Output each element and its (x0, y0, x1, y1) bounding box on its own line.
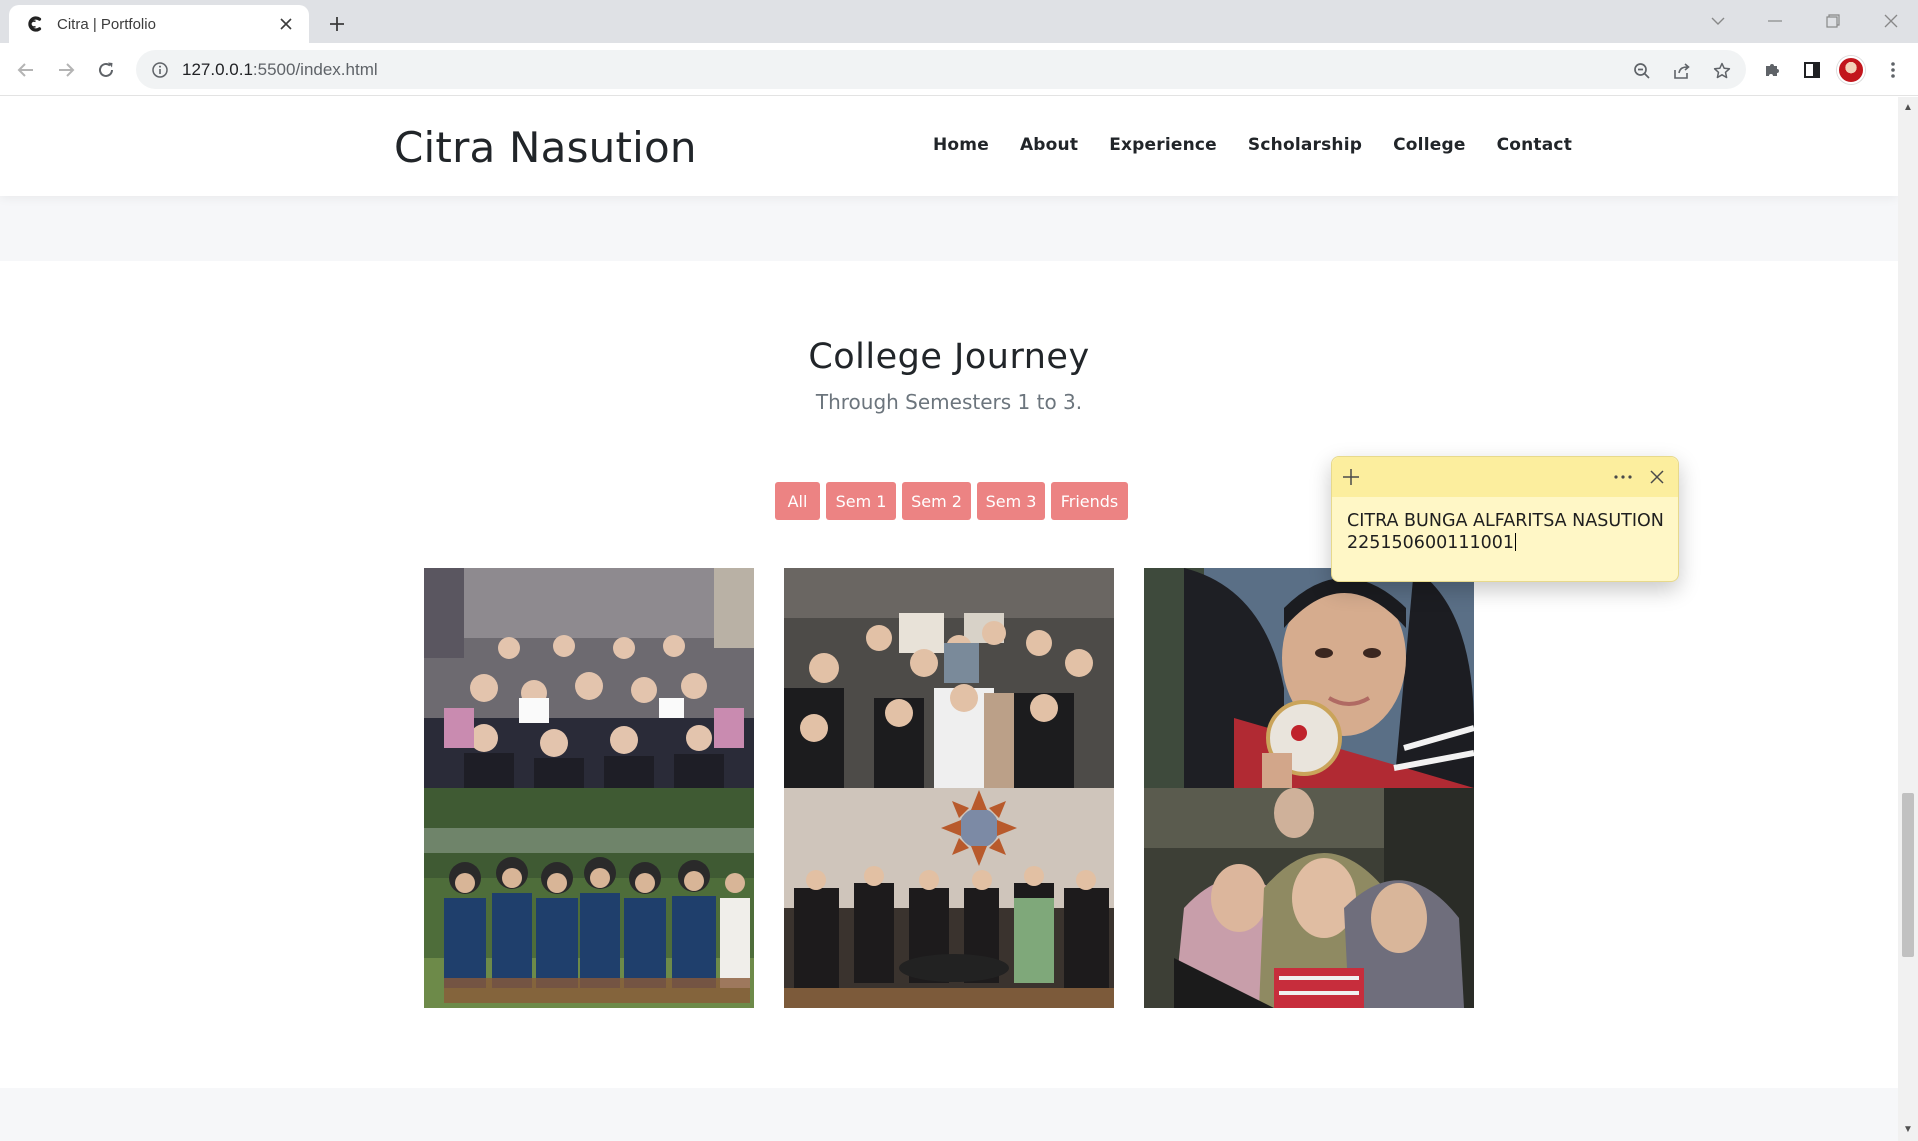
nav-home[interactable]: Home (933, 135, 989, 155)
scroll-down-icon[interactable]: ▼ (1903, 1125, 1913, 1135)
scroll-up-icon[interactable]: ▲ (1903, 103, 1913, 113)
restore-icon[interactable] (1818, 6, 1848, 36)
sticky-note-titlebar (1332, 457, 1678, 497)
brand-logo[interactable]: Citra Nasution (394, 123, 697, 172)
browser-window: Citra | Portfolio 127.0.0.1:5500/index.h… (0, 0, 1918, 1141)
url-path: :5500/index.html (252, 59, 378, 79)
url-host: 127.0.0.1 (182, 59, 253, 79)
gallery-photo-group-stairs[interactable] (424, 568, 754, 788)
arrow-left-icon[interactable] (10, 54, 42, 86)
c-logo-icon (25, 14, 45, 34)
filter-sem1-button[interactable]: Sem 1 (826, 482, 896, 520)
filter-sem2-button[interactable]: Sem 2 (902, 482, 971, 520)
sticky-note-line-1: CITRA BUNGA ALFARITSA NASUTION (1347, 511, 1664, 531)
sticky-note-line-2: 225150600111001 (1347, 533, 1515, 553)
filter-all-button[interactable]: All (775, 482, 820, 520)
more-options-icon[interactable] (1610, 464, 1636, 490)
browser-toolbar: 127.0.0.1:5500/index.html (0, 43, 1918, 96)
plus-icon[interactable] (1338, 464, 1364, 490)
nav-contact[interactable]: Contact (1497, 135, 1572, 155)
text-caret (1515, 533, 1517, 551)
gallery-photo-friends-selfie[interactable] (1144, 788, 1474, 1008)
sticky-note-text[interactable]: CITRA BUNGA ALFARITSA NASUTION 225150600… (1347, 510, 1664, 554)
photo-gallery (424, 568, 1475, 1009)
address-bar[interactable]: 127.0.0.1:5500/index.html (136, 50, 1746, 89)
kebab-menu-icon[interactable] (1877, 54, 1909, 86)
close-icon[interactable] (275, 13, 297, 35)
sticky-note[interactable]: CITRA BUNGA ALFARITSA NASUTION 225150600… (1331, 456, 1679, 582)
site-header: Citra Nasution Home About Experience Sch… (0, 97, 1898, 196)
main-nav: Home About Experience Scholarship Colleg… (933, 135, 1603, 155)
zoom-out-icon[interactable] (1629, 58, 1655, 84)
nav-about[interactable]: About (1020, 135, 1078, 155)
filter-friends-button[interactable]: Friends (1051, 482, 1128, 520)
page-viewport: Citra Nasution Home About Experience Sch… (0, 97, 1898, 1141)
scrollbar[interactable]: ▲ ▼ (1898, 97, 1918, 1141)
close-icon[interactable] (1644, 464, 1670, 490)
info-icon[interactable] (150, 60, 170, 80)
minimize-icon[interactable] (1760, 6, 1790, 36)
gallery-photo-cafe-group[interactable] (784, 788, 1114, 1008)
tab-title: Citra | Portfolio (57, 15, 156, 33)
section-divider-top (0, 196, 1898, 261)
nav-experience[interactable]: Experience (1109, 135, 1217, 155)
section-title: College Journey (808, 337, 1090, 377)
scrollbar-thumb[interactable] (1902, 793, 1914, 957)
tab-bar: Citra | Portfolio (0, 0, 1918, 43)
gallery-photo-group-indoor[interactable] (784, 568, 1114, 788)
reload-icon[interactable] (90, 54, 122, 86)
filter-group: All Sem 1 Sem 2 Sem 3 Friends (775, 482, 1128, 520)
window-close-icon[interactable] (1876, 6, 1906, 36)
nav-college[interactable]: College (1393, 135, 1465, 155)
section-divider-bottom (0, 1088, 1898, 1141)
arrow-right-icon[interactable] (50, 54, 82, 86)
avatar[interactable] (1837, 56, 1865, 84)
section-subtitle: Through Semesters 1 to 3. (815, 390, 1083, 414)
plus-icon[interactable] (322, 9, 352, 39)
side-panel-icon[interactable] (1796, 54, 1828, 86)
share-icon[interactable] (1669, 58, 1695, 84)
star-icon[interactable] (1709, 58, 1735, 84)
gallery-photo-selfie-medal[interactable] (1144, 568, 1474, 788)
chevron-down-icon[interactable] (1703, 6, 1733, 36)
nav-scholarship[interactable]: Scholarship (1248, 135, 1362, 155)
gallery-photo-blazers-field[interactable] (424, 788, 754, 1008)
puzzle-icon[interactable] (1756, 54, 1788, 86)
tab-active[interactable]: Citra | Portfolio (9, 5, 309, 43)
url-text: 127.0.0.1:5500/index.html (182, 60, 378, 80)
filter-sem3-button[interactable]: Sem 3 (977, 482, 1045, 520)
